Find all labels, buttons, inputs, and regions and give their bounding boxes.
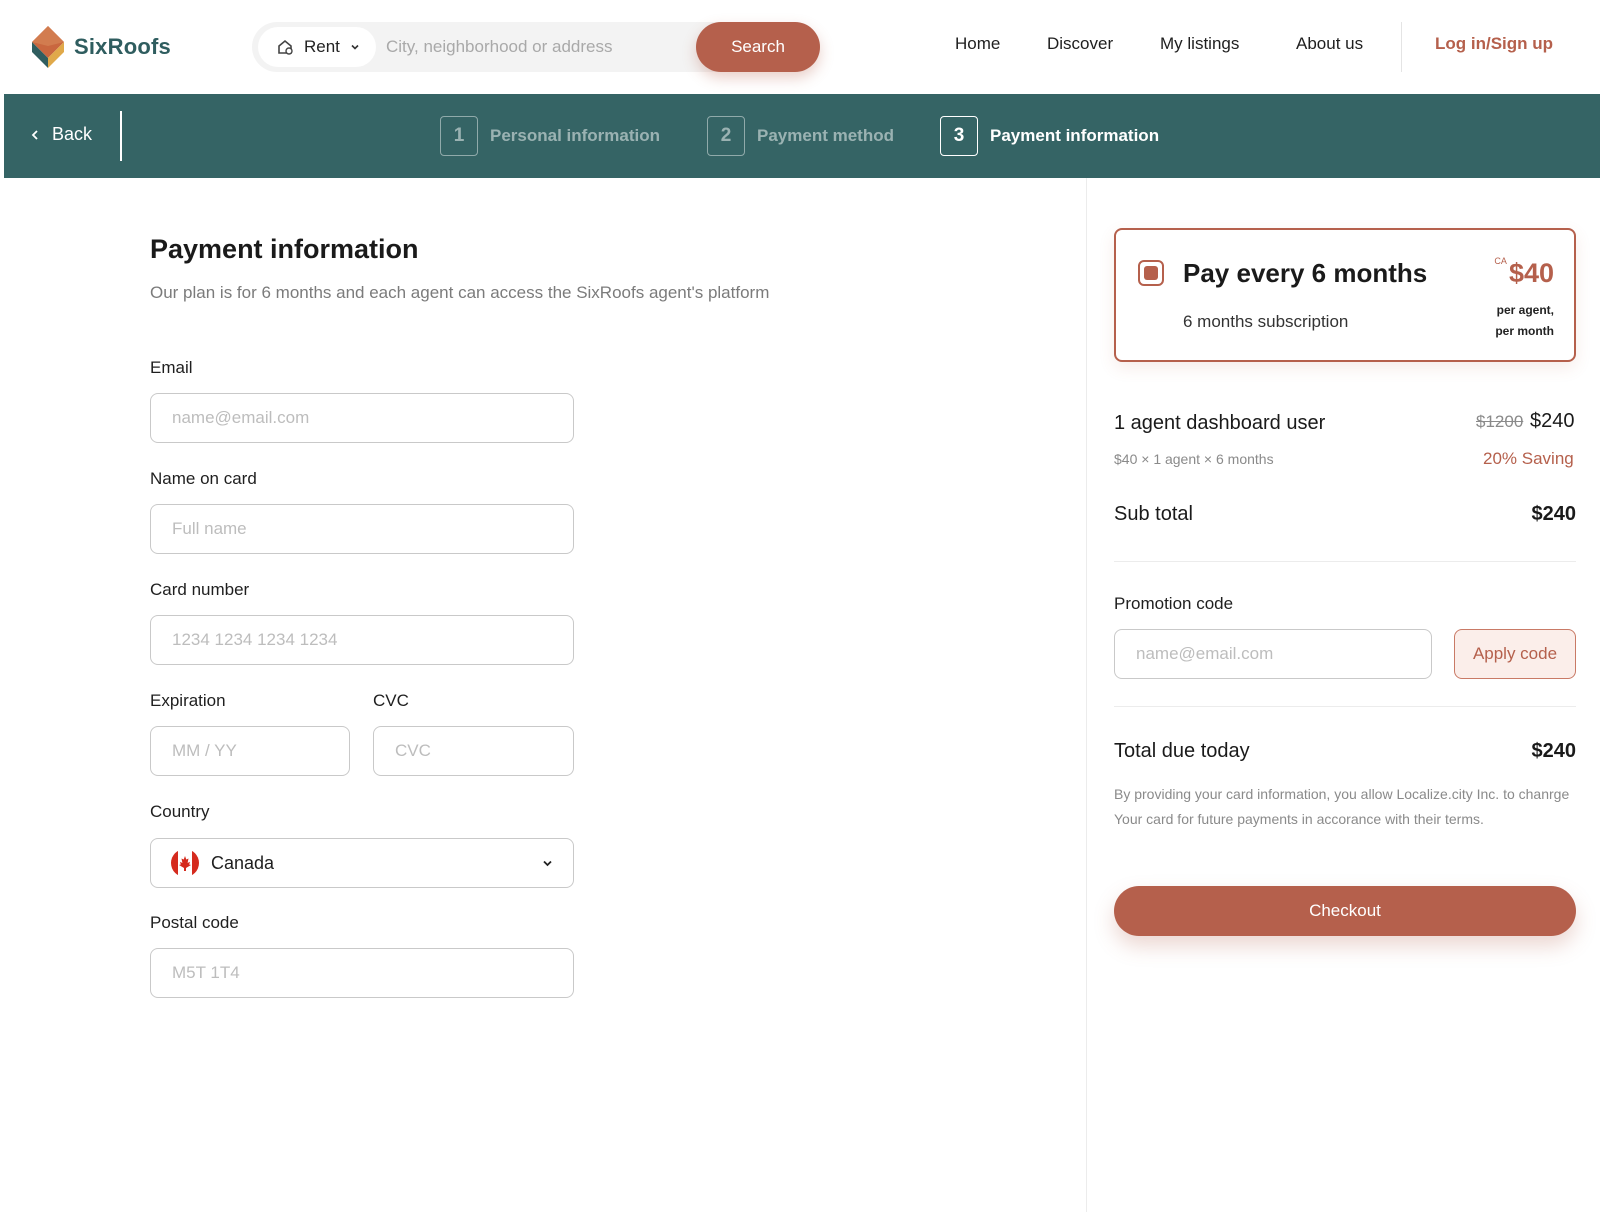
- total-due-value: $240: [1531, 740, 1577, 762]
- page-title: Payment information: [150, 234, 419, 264]
- search-button[interactable]: Search: [696, 22, 820, 72]
- search-input[interactable]: [386, 27, 686, 67]
- sixroofs-logo-icon: [32, 26, 64, 68]
- subtotal-label: Sub total: [1114, 503, 1193, 525]
- step-label: Payment information: [990, 126, 1160, 145]
- plan-radio-selected[interactable]: [1138, 260, 1164, 286]
- apply-code-button[interactable]: Apply code: [1454, 629, 1576, 679]
- postal-code-label: Postal code: [150, 913, 239, 932]
- page-subtitle: Our plan is for 6 months and each agent …: [150, 283, 770, 302]
- radio-dot: [1144, 266, 1158, 280]
- plan-per-month: per month: [1495, 324, 1554, 338]
- back-button[interactable]: Back: [30, 124, 92, 145]
- step-payment-method[interactable]: 2 Payment method: [707, 116, 894, 156]
- checkout-button[interactable]: Checkout: [1114, 886, 1576, 936]
- line-item-detail: $40 × 1 agent × 6 months: [1114, 451, 1274, 467]
- plan-price-value: $40: [1508, 258, 1554, 288]
- top-header: SixRoofs Rent Search Home Discover My li…: [0, 0, 1600, 94]
- brand-name: SixRoofs: [74, 34, 171, 59]
- plan-per-agent: per agent,: [1496, 303, 1554, 317]
- promotion-code-input[interactable]: [1114, 629, 1432, 679]
- back-divider: [120, 111, 122, 161]
- country-value: Canada: [211, 852, 275, 873]
- nav-divider: [1401, 22, 1402, 72]
- cvc-label: CVC: [373, 691, 409, 710]
- step-label: Personal information: [490, 126, 661, 145]
- email-field[interactable]: [150, 393, 574, 443]
- step-label: Payment method: [757, 126, 894, 145]
- promotion-code-label: Promotion code: [1114, 594, 1234, 613]
- back-label: Back: [52, 124, 93, 144]
- step-number: 1: [440, 116, 478, 156]
- plan-title: Pay every 6 months: [1183, 258, 1428, 288]
- total-due-label: Total due today: [1114, 740, 1250, 762]
- payment-terms-text: By providing your card information, you …: [1114, 786, 1570, 827]
- card-number-label: Card number: [150, 580, 250, 599]
- panel-divider: [1086, 178, 1087, 1212]
- nav-my-listings[interactable]: My listings: [1160, 34, 1239, 54]
- checkout-stepbar: Back 1 Personal information 2 Payment me…: [4, 94, 1600, 178]
- cvc-field[interactable]: [373, 726, 574, 776]
- brand-logo[interactable]: SixRoofs: [30, 24, 171, 70]
- step-payment-information[interactable]: 3 Payment information: [940, 116, 1159, 156]
- summary-divider: [1114, 561, 1576, 562]
- name-on-card-field[interactable]: [150, 504, 574, 554]
- plan-price: CA$40: [1494, 256, 1554, 289]
- expiration-label: Expiration: [150, 691, 226, 710]
- expiration-field[interactable]: [150, 726, 350, 776]
- chevron-down-icon: [351, 44, 359, 50]
- nav-about-us[interactable]: About us: [1296, 34, 1363, 54]
- country-label: Country: [150, 802, 210, 821]
- subtotal-value: $240: [1531, 503, 1577, 525]
- postal-code-field[interactable]: [150, 948, 574, 998]
- saving-badge: 20% Saving: [1483, 449, 1574, 468]
- search-bar: Rent Search: [252, 22, 820, 72]
- step-personal-information[interactable]: 1 Personal information: [440, 116, 660, 156]
- nav-home[interactable]: Home: [955, 34, 1000, 54]
- name-on-card-label: Name on card: [150, 469, 257, 488]
- plan-subtitle: 6 months subscription: [1183, 312, 1349, 331]
- line-item-label: 1 agent dashboard user: [1114, 412, 1326, 434]
- rent-dropdown[interactable]: Rent: [258, 27, 376, 67]
- plan-card[interactable]: Pay every 6 months 6 months subscription…: [1114, 228, 1576, 362]
- line-item-price: $240: [1530, 410, 1575, 432]
- summary-divider: [1114, 706, 1576, 707]
- country-select[interactable]: Canada: [150, 838, 574, 888]
- email-label: Email: [150, 358, 193, 377]
- card-number-field[interactable]: [150, 615, 574, 665]
- plan-price-unit: per agent, per month: [1495, 300, 1554, 342]
- step-number: 3: [940, 116, 978, 156]
- line-item-old-price: $1200: [1476, 412, 1524, 431]
- nav-discover[interactable]: Discover: [1047, 34, 1113, 54]
- canada-flag-icon: [171, 849, 199, 877]
- chevron-left-icon: [31, 129, 38, 140]
- step-number: 2: [707, 116, 745, 156]
- plan-currency: CA: [1494, 256, 1507, 266]
- rent-label: Rent: [304, 37, 340, 56]
- house-icon: [278, 39, 293, 55]
- chevron-down-icon: [543, 860, 552, 867]
- login-signup-link[interactable]: Log in/Sign up: [1435, 34, 1553, 54]
